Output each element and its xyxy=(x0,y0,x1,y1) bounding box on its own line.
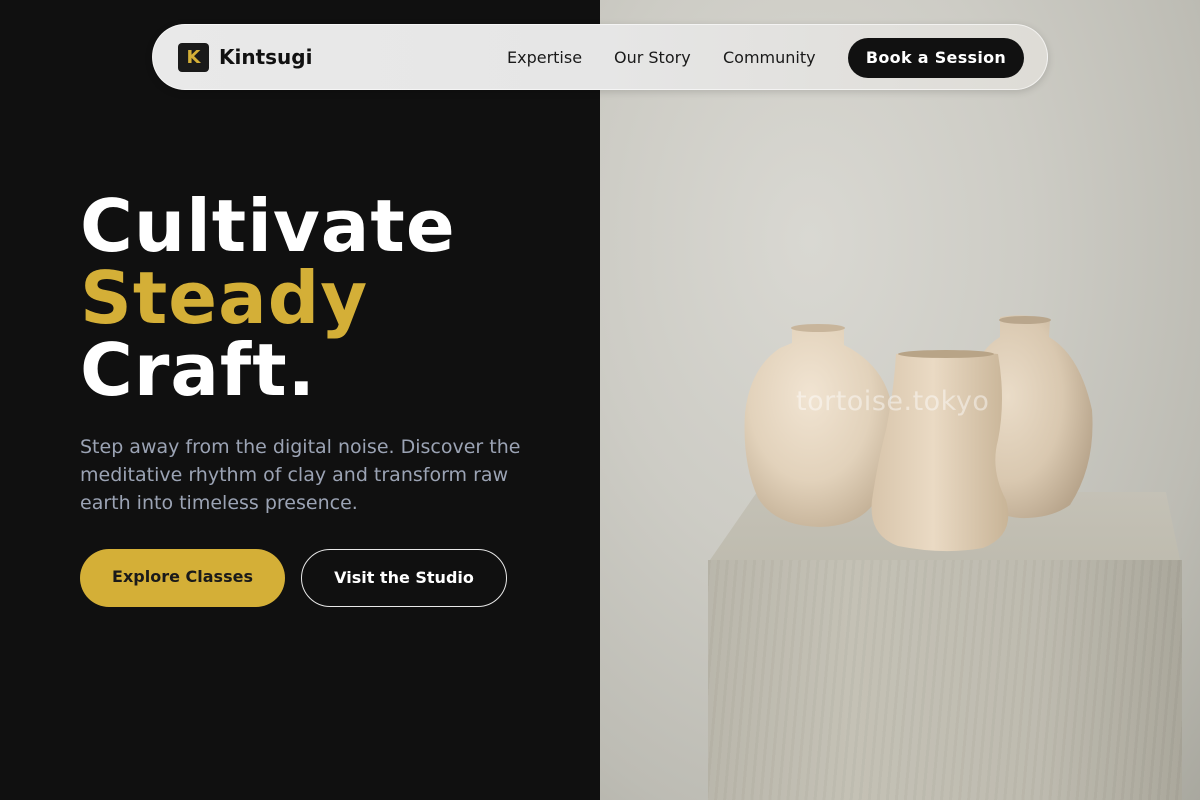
nav-link-our-story[interactable]: Our Story xyxy=(614,48,691,67)
hero-image: tortoise.tokyo xyxy=(600,0,1200,800)
vase-front xyxy=(871,350,1009,552)
top-navbar: K Kintsugi Expertise Our Story Community… xyxy=(152,24,1048,90)
hero-headline: Cultivate Steady Craft. xyxy=(80,190,456,406)
watermark-text: tortoise.tokyo xyxy=(796,386,990,417)
explore-classes-button[interactable]: Explore Classes xyxy=(80,549,285,607)
nav-link-community[interactable]: Community xyxy=(723,48,816,67)
hero-subtext: Step away from the digital noise. Discov… xyxy=(80,436,521,514)
headline-line-3: Craft. xyxy=(80,328,317,412)
headline-line-1: Cultivate xyxy=(80,184,456,268)
brand-name[interactable]: Kintsugi xyxy=(219,45,312,69)
book-session-button[interactable]: Book a Session xyxy=(848,38,1024,78)
headline-line-2-accent: Steady xyxy=(80,256,369,340)
nav-link-expertise[interactable]: Expertise xyxy=(507,48,582,67)
visit-studio-button[interactable]: Visit the Studio xyxy=(301,549,507,607)
pedestal xyxy=(708,560,1182,800)
logo-icon[interactable]: K xyxy=(178,43,209,72)
